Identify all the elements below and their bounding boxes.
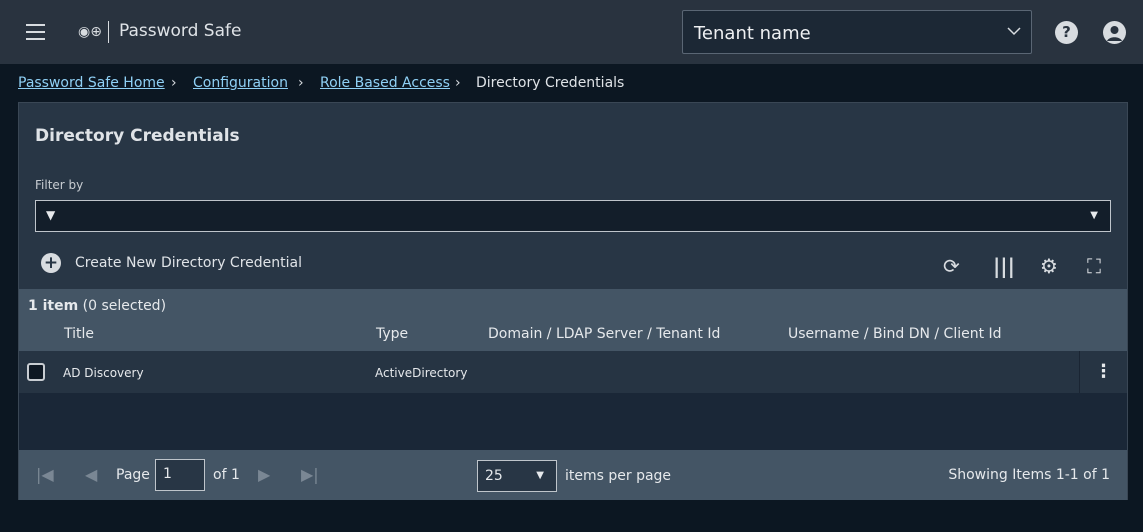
items-per-page-label: items per page: [565, 468, 672, 484]
refresh-icon[interactable]: ⟳: [943, 254, 960, 278]
chevron-right-icon: ›: [298, 75, 304, 91]
logo-icon: ◉⊕: [78, 24, 102, 40]
chevron-right-icon: ›: [455, 75, 461, 91]
menu-icon[interactable]: [26, 24, 45, 40]
breadcrumb-role-based-access[interactable]: Role Based Access: [320, 75, 450, 91]
next-page-icon[interactable]: ▶: [258, 465, 270, 484]
gear-icon[interactable]: ⚙: [1040, 254, 1058, 278]
table-row[interactable]: AD Discovery ActiveDirectory ⋮: [19, 351, 1127, 393]
cell-type: ActiveDirectory: [375, 366, 468, 380]
table-empty-area: [19, 393, 1127, 450]
app-title: Password Safe: [119, 21, 242, 41]
table-header: 1 item (0 selected) Title Type Domain / …: [19, 289, 1127, 351]
chevron-right-icon: ›: [171, 75, 177, 91]
plus-circle-icon: +: [41, 253, 61, 273]
page-of: of 1: [213, 467, 240, 483]
create-directory-credential-button[interactable]: + Create New Directory Credential: [41, 253, 302, 273]
showing-items: Showing Items 1-1 of 1: [948, 467, 1110, 483]
fullscreen-icon[interactable]: ⛶: [1087, 254, 1101, 278]
help-icon[interactable]: ?: [1055, 21, 1078, 44]
tenant-select[interactable]: Tenant name: [682, 10, 1032, 54]
filter-select[interactable]: ▼ ▼: [35, 200, 1111, 232]
cell-title: AD Discovery: [63, 366, 144, 380]
breadcrumb-configuration[interactable]: Configuration: [193, 75, 288, 91]
filter-label: Filter by: [35, 178, 84, 192]
page-input[interactable]: 1: [155, 459, 205, 491]
breadcrumb-home-link[interactable]: Password Safe Home: [18, 75, 165, 91]
top-bar: ◉⊕ Password Safe Tenant name ?: [0, 0, 1143, 64]
item-count: 1 item (0 selected): [28, 298, 167, 314]
breadcrumb-current: Directory Credentials: [476, 75, 625, 91]
pagination-bar: |◀ ◀ Page 1 of 1 ▶ ▶| 25 ▼ items per page…: [19, 450, 1127, 500]
column-title[interactable]: Title: [64, 326, 94, 342]
create-label: Create New Directory Credential: [75, 255, 302, 271]
tenant-value: Tenant name: [694, 23, 811, 44]
user-avatar-icon[interactable]: [1103, 21, 1126, 44]
column-type[interactable]: Type: [376, 326, 408, 342]
page-label: Page: [116, 467, 150, 483]
chevron-down-icon: [1007, 27, 1021, 36]
divider: [108, 21, 109, 43]
column-username[interactable]: Username / Bind DN / Client Id: [788, 326, 1002, 342]
row-checkbox[interactable]: [27, 363, 45, 381]
page-title: Directory Credentials: [35, 126, 240, 146]
last-page-icon[interactable]: ▶|: [301, 465, 319, 484]
per-page-value: 25: [485, 468, 503, 484]
caret-down-icon: ▼: [1090, 210, 1098, 221]
filter-icon: ▼: [46, 208, 56, 222]
caret-down-icon: ▼: [536, 470, 544, 481]
more-options-icon[interactable]: ⋮: [1079, 351, 1127, 393]
first-page-icon[interactable]: |◀: [36, 465, 54, 484]
directory-credentials-panel: Directory Credentials Filter by ▼ ▼ + Cre…: [18, 102, 1128, 500]
column-domain[interactable]: Domain / LDAP Server / Tenant Id: [488, 326, 720, 342]
items-per-page-select[interactable]: 25 ▼: [477, 460, 557, 492]
prev-page-icon[interactable]: ◀: [85, 465, 97, 484]
columns-icon[interactable]: |||: [993, 254, 1015, 278]
